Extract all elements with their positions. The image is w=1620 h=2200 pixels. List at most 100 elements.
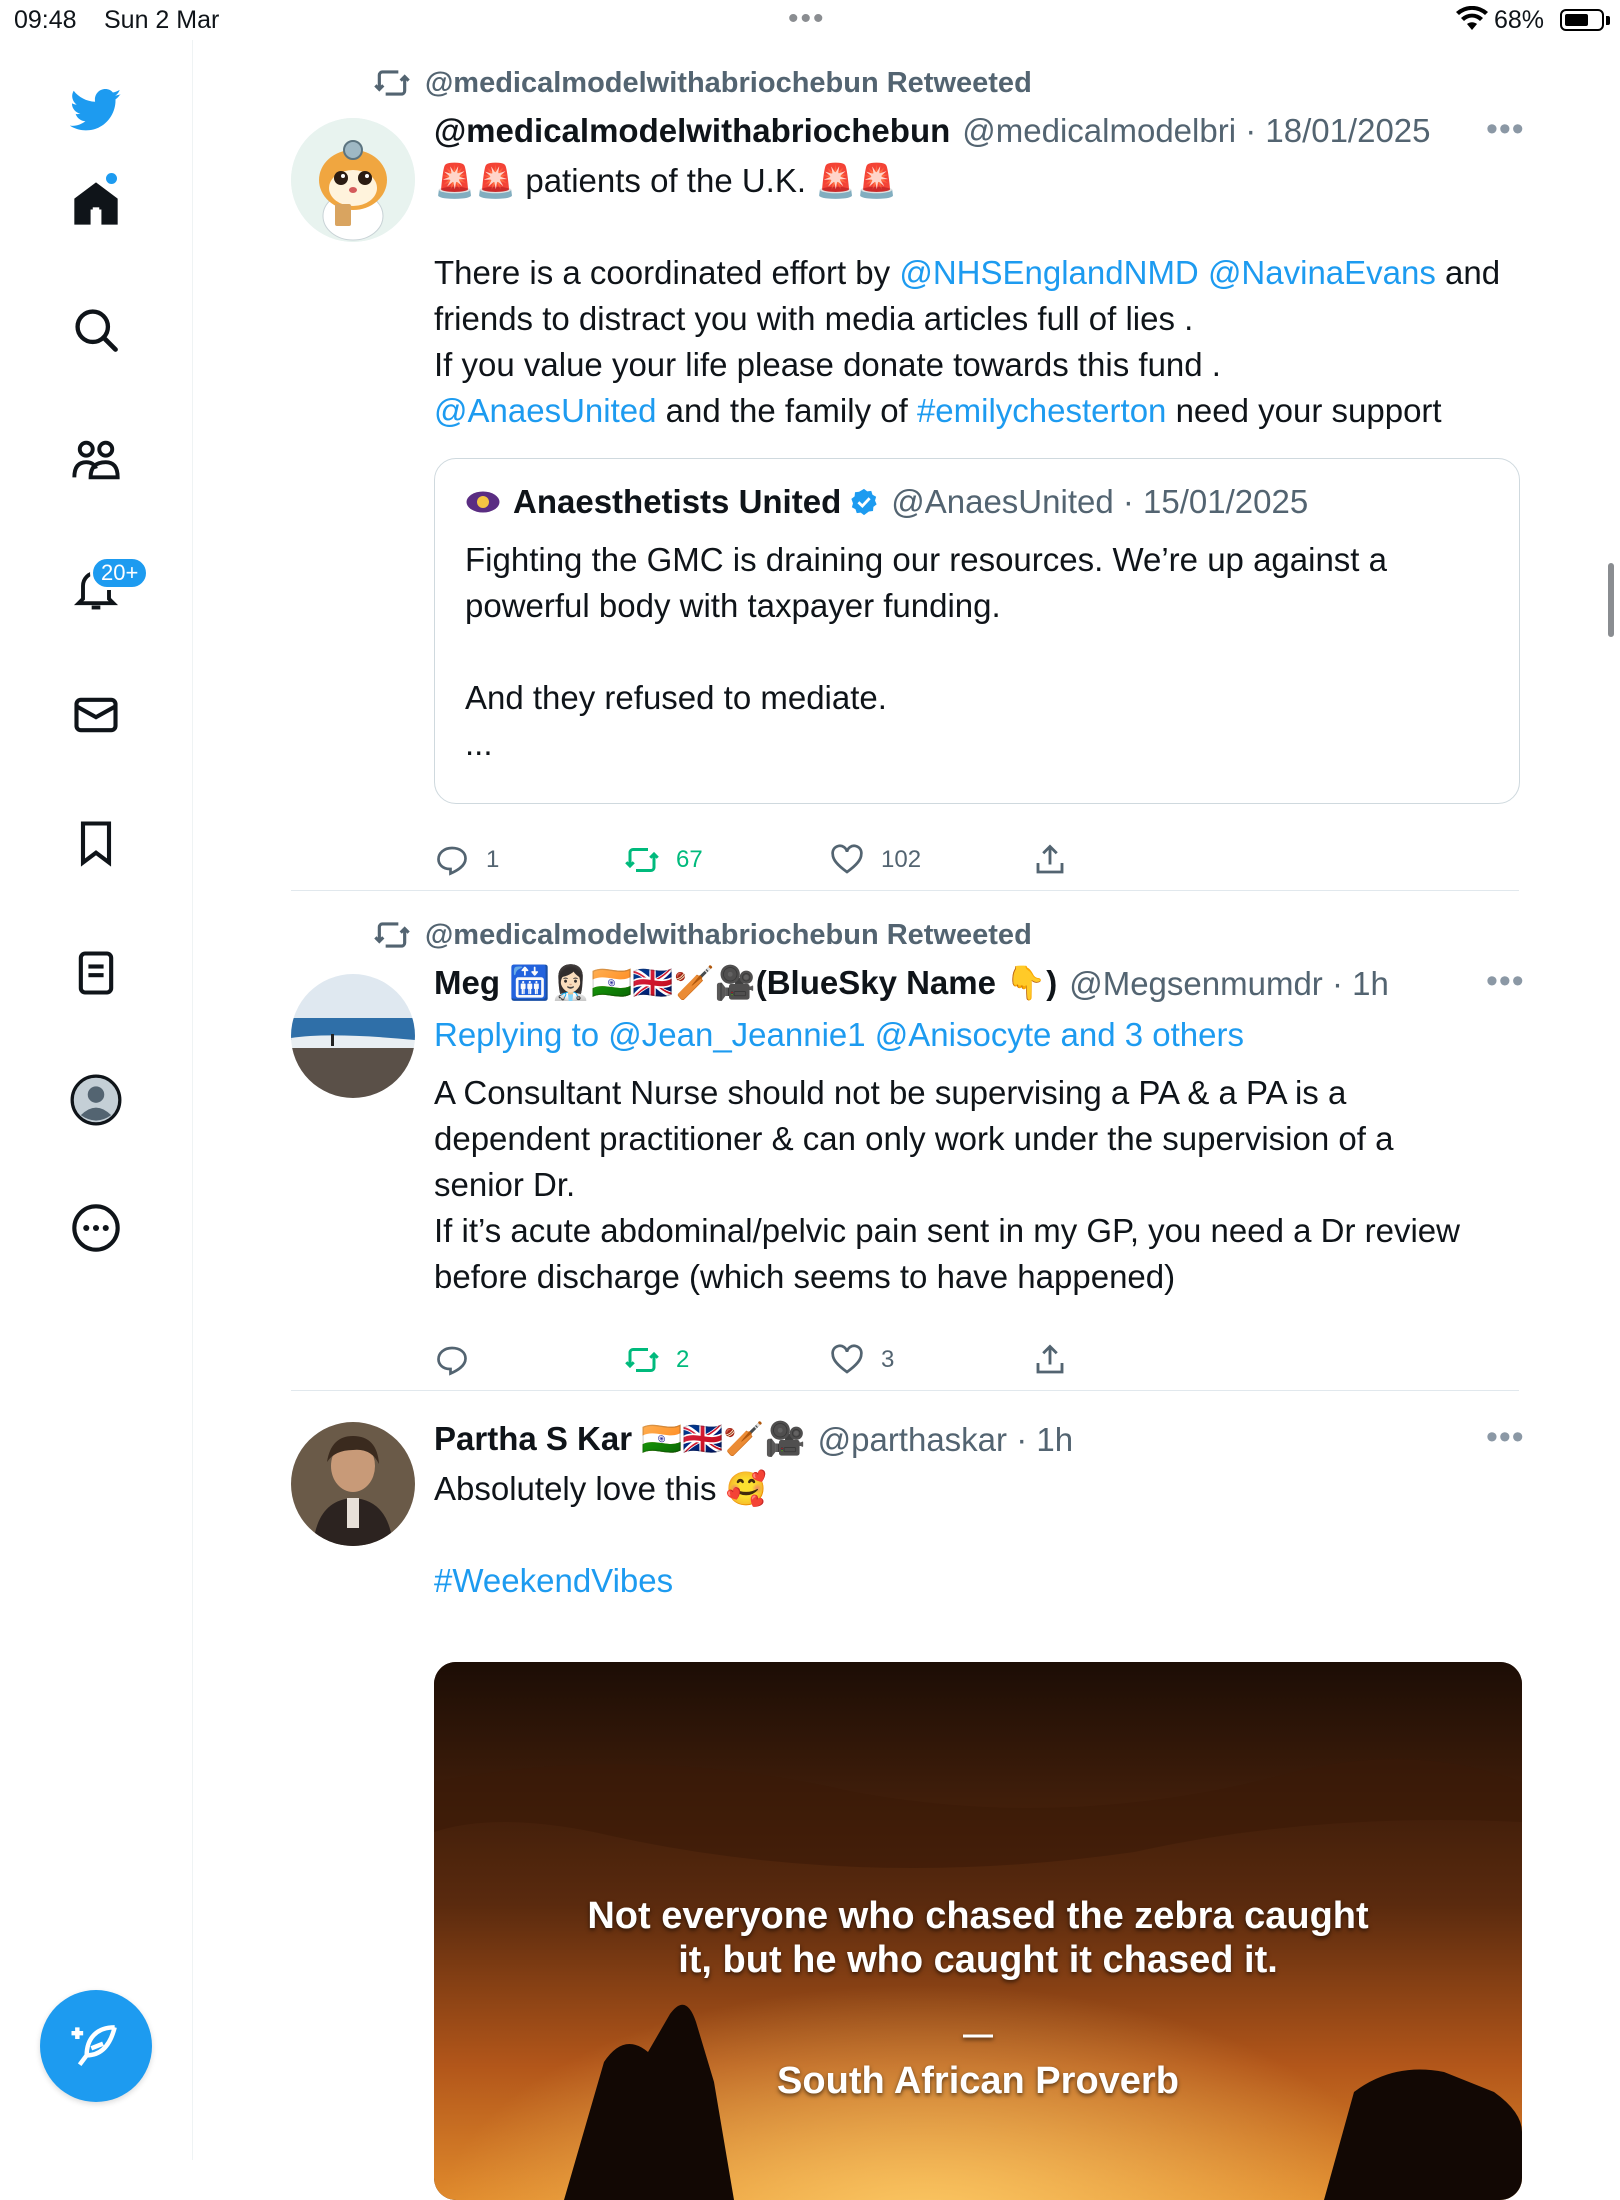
multitasking-dots-icon[interactable]: •••	[788, 2, 826, 36]
tweet-line: before discharge (which seems to have ha…	[434, 1258, 1176, 1295]
status-time: 09:48	[14, 6, 77, 34]
tweet-text: A Consultant Nurse should not be supervi…	[434, 1070, 1514, 1300]
bookmark-icon[interactable]	[56, 803, 136, 883]
portrait-avatar-icon	[291, 1422, 415, 1546]
tweet-line: There is a coordinated effort by @NHSEng…	[434, 250, 1514, 296]
retweeted-by-label: @medicalmodelwithabriochebun Retweeted	[425, 66, 1032, 99]
tweet-line: senior Dr.	[434, 1166, 576, 1203]
communities-icon[interactable]	[56, 420, 136, 500]
twitter-logo-icon[interactable]	[56, 70, 136, 150]
verified-badge-icon	[851, 488, 877, 516]
wifi-icon	[1456, 6, 1488, 30]
media-attribution: South African Proverb	[777, 2060, 1179, 2102]
profile-avatar-icon[interactable]	[56, 1060, 136, 1140]
quoted-line: Fighting the GMC is draining our resourc…	[465, 541, 1388, 578]
heart-icon	[831, 844, 863, 874]
scrollbar[interactable]	[1608, 563, 1614, 637]
mention-link[interactable]: @NavinaEvans	[1208, 254, 1436, 291]
notification-badge: 20+	[90, 556, 150, 590]
retweet-icon	[625, 848, 659, 872]
author-handle-date: @Megsenmumdr · 1h	[1069, 964, 1389, 1002]
reply-button[interactable]	[434, 1342, 486, 1378]
avatar[interactable]	[291, 974, 415, 1098]
tweet-line: #WeekendVibes	[434, 1558, 1514, 1604]
share-icon	[1036, 844, 1064, 874]
tweet-text: 🚨🚨 patients of the U.K. 🚨🚨 There is a co…	[434, 158, 1514, 434]
tweet-line: friends to distract you with media artic…	[434, 300, 1194, 337]
status-date: Sun 2 Mar	[104, 6, 220, 34]
retweeted-by-label: @medicalmodelwithabriochebun Retweeted	[425, 918, 1032, 951]
tweet-header: @medicalmodelwithabriochebun @medicalmod…	[434, 112, 1431, 150]
author-name[interactable]: Meg 🛗👩🏻‍⚕️🇮🇳🇬🇧🏏🎥(BlueSky Name 👇)	[434, 964, 1057, 1003]
avatar[interactable]	[291, 118, 415, 242]
battery-icon	[1560, 9, 1604, 31]
like-count: 102	[881, 846, 922, 873]
tweet-header: Partha S Kar 🇮🇳🇬🇧🏏🎥 @parthaskar · 1h	[434, 1420, 1073, 1459]
heart-icon	[831, 1344, 863, 1374]
like-button[interactable]: 3	[829, 1342, 894, 1378]
tweet-divider	[291, 890, 1519, 891]
search-icon[interactable]	[56, 290, 136, 370]
share-button[interactable]	[1032, 1342, 1068, 1378]
home-icon[interactable]	[56, 163, 136, 243]
author-name[interactable]: @medicalmodelwithabriochebun	[434, 112, 950, 150]
lists-icon[interactable]	[56, 933, 136, 1013]
quoted-author-handle-date: @AnaesUnited · 15/01/2025	[891, 483, 1309, 520]
quoted-tweet[interactable]: Anaesthetists United @AnaesUnited · 15/0…	[434, 458, 1520, 804]
more-options-icon[interactable]: •••	[1486, 1418, 1525, 1457]
tweet-line: @AnaesUnited and the family of #emilyche…	[434, 388, 1514, 434]
tweet-line: If it’s acute abdominal/pelvic pain sent…	[434, 1212, 1460, 1249]
retweet-button[interactable]: 2	[624, 1342, 689, 1378]
compose-tweet-button[interactable]	[40, 1990, 152, 2102]
reply-icon	[437, 846, 467, 876]
retweeted-by-row: @medicalmodelwithabriochebun Retweeted	[373, 916, 1032, 954]
tweet-header: Meg 🛗👩🏻‍⚕️🇮🇳🇬🇧🏏🎥(BlueSky Name 👇) @Megsen…	[434, 964, 1389, 1003]
author-name[interactable]: Partha S Kar 🇮🇳🇬🇧🏏🎥	[434, 1420, 806, 1459]
quoted-line: And they refused to mediate.	[465, 679, 887, 716]
replying-to-mentions[interactable]: @Jean_Jeannie1 @Anisocyte and 3 others	[608, 1016, 1244, 1053]
retweet-count: 67	[676, 846, 703, 873]
like-button[interactable]: 102	[829, 842, 921, 878]
avatar[interactable]	[291, 1422, 415, 1546]
quoted-tweet-header: Anaesthetists United @AnaesUnited · 15/0…	[465, 483, 1308, 521]
reply-button[interactable]: 1	[434, 842, 499, 878]
tweet-actions: 2 3	[434, 1342, 1134, 1382]
retweet-button[interactable]: 67	[624, 842, 703, 878]
mention-link[interactable]: @NHSEnglandNMD	[899, 254, 1198, 291]
more-circle-icon[interactable]	[56, 1188, 136, 1268]
tweet-line: A Consultant Nurse should not be supervi…	[434, 1074, 1347, 1111]
tweet-line-text: need your support	[1166, 392, 1442, 429]
reply-count: 1	[486, 846, 500, 873]
quoted-line: powerful body with taxpayer funding.	[465, 587, 1001, 624]
quoted-ellipsis: ...	[465, 725, 493, 762]
notifications-icon[interactable]: 20+	[56, 548, 150, 628]
siren-emoji-icon: 🚨🚨	[815, 162, 898, 199]
tweet-media-image[interactable]: Not everyone who chased the zebra caught…	[434, 1662, 1522, 2200]
media-quote-line: Not everyone who chased the zebra caught	[587, 1895, 1369, 1937]
tweet-line-text: and	[1435, 254, 1501, 291]
tweet-text: Absolutely love this 🥰 #WeekendVibes	[434, 1466, 1514, 1604]
like-count: 3	[881, 1346, 895, 1373]
share-icon	[1036, 1344, 1064, 1374]
more-options-icon[interactable]: •••	[1486, 962, 1525, 1001]
mention-link[interactable]: @AnaesUnited	[434, 392, 656, 429]
more-options-icon[interactable]: •••	[1486, 110, 1525, 149]
retweet-icon	[625, 1348, 659, 1372]
hashtag-link[interactable]: #emilychesterton	[917, 392, 1166, 429]
author-handle-date: @parthaskar · 1h	[817, 1420, 1074, 1458]
status-bar: 09:48 Sun 2 Mar ••• 68%	[0, 0, 1620, 40]
hashtag-link[interactable]: #WeekendVibes	[434, 1562, 673, 1599]
retweet-icon	[374, 70, 410, 96]
quoted-author-name[interactable]: Anaesthetists United	[513, 483, 841, 521]
media-quote-line: it, but he who caught it chased it.	[678, 1939, 1278, 1981]
mail-icon[interactable]	[56, 675, 136, 755]
battery-tip	[1606, 16, 1610, 25]
home-unread-dot	[106, 173, 117, 184]
quoted-blank-line	[465, 629, 1495, 675]
feather-plus-icon	[71, 2025, 117, 2066]
beach-avatar-icon	[291, 974, 415, 1098]
share-button[interactable]	[1032, 842, 1068, 878]
anaesthetists-united-logo-icon	[466, 491, 500, 513]
